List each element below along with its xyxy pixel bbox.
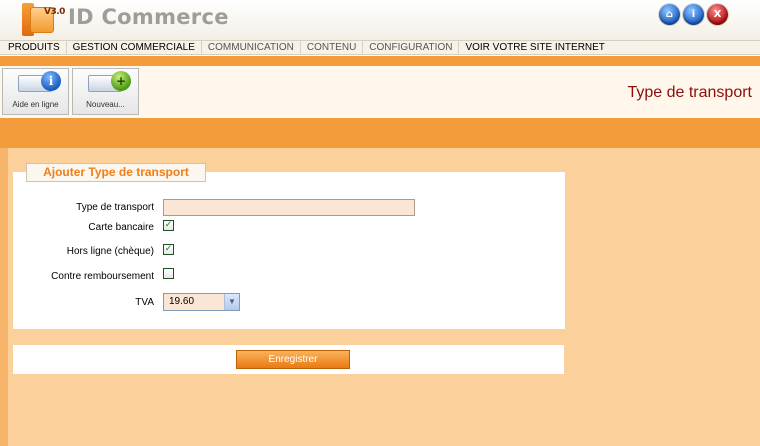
nav-configuration[interactable]: CONFIGURATION bbox=[363, 41, 460, 54]
new-button[interactable]: + Nouveau... bbox=[72, 68, 139, 115]
cod-checkbox[interactable] bbox=[163, 268, 174, 279]
nav-contenu[interactable]: CONTENU bbox=[301, 41, 364, 54]
content-edge bbox=[0, 148, 8, 446]
nav-gestion-commerciale[interactable]: GESTION COMMERCIALE bbox=[67, 41, 202, 54]
nav-produits[interactable]: PRODUITS bbox=[2, 41, 67, 54]
help-button[interactable]: i Aide en ligne bbox=[2, 68, 69, 115]
page-title: Type de transport bbox=[627, 84, 752, 101]
info-icon: i bbox=[41, 71, 61, 91]
offline-checkbox[interactable]: ✓ bbox=[163, 244, 174, 255]
logo-version-badge: V3.0 bbox=[44, 7, 65, 17]
info-icon[interactable]: i bbox=[683, 4, 704, 25]
tva-label: TVA bbox=[135, 297, 154, 308]
nav-voir-site[interactable]: VOIR VOTRE SITE INTERNET bbox=[459, 41, 610, 54]
new-button-label: Nouveau... bbox=[86, 100, 125, 109]
close-icon[interactable]: X bbox=[707, 4, 728, 25]
card-checkbox[interactable]: ✓ bbox=[163, 220, 174, 231]
divider-band bbox=[0, 56, 760, 66]
toolbar: i Aide en ligne + Nouveau... Type de tra… bbox=[0, 66, 760, 118]
tva-select[interactable]: 19.60 ▼ bbox=[163, 293, 240, 311]
chevron-down-icon: ▼ bbox=[224, 294, 239, 310]
plus-icon: + bbox=[111, 71, 131, 91]
card-label: Carte bancaire bbox=[88, 222, 154, 233]
transport-input[interactable] bbox=[163, 199, 415, 216]
header-icons: ⌂ i X bbox=[659, 4, 728, 25]
home-icon[interactable]: ⌂ bbox=[659, 4, 680, 25]
app-header: V3.0 ID Commerce ⌂ i X bbox=[0, 0, 760, 40]
orange-band bbox=[0, 118, 760, 148]
tva-value: 19.60 bbox=[169, 296, 195, 307]
cod-label: Contre remboursement bbox=[51, 271, 154, 282]
offline-label: Hors ligne (chèque) bbox=[66, 246, 154, 257]
form-legend: Ajouter Type de transport bbox=[26, 163, 206, 182]
main-nav: PRODUITS GESTION COMMERCIALE COMMUNICATI… bbox=[0, 40, 760, 55]
help-button-label: Aide en ligne bbox=[12, 100, 59, 109]
app-logo: V3.0 bbox=[22, 3, 65, 36]
save-button[interactable]: Enregistrer bbox=[236, 350, 350, 369]
nav-communication[interactable]: COMMUNICATION bbox=[202, 41, 301, 54]
transport-label: Type de transport bbox=[76, 202, 154, 213]
app-title: ID Commerce bbox=[68, 5, 229, 29]
